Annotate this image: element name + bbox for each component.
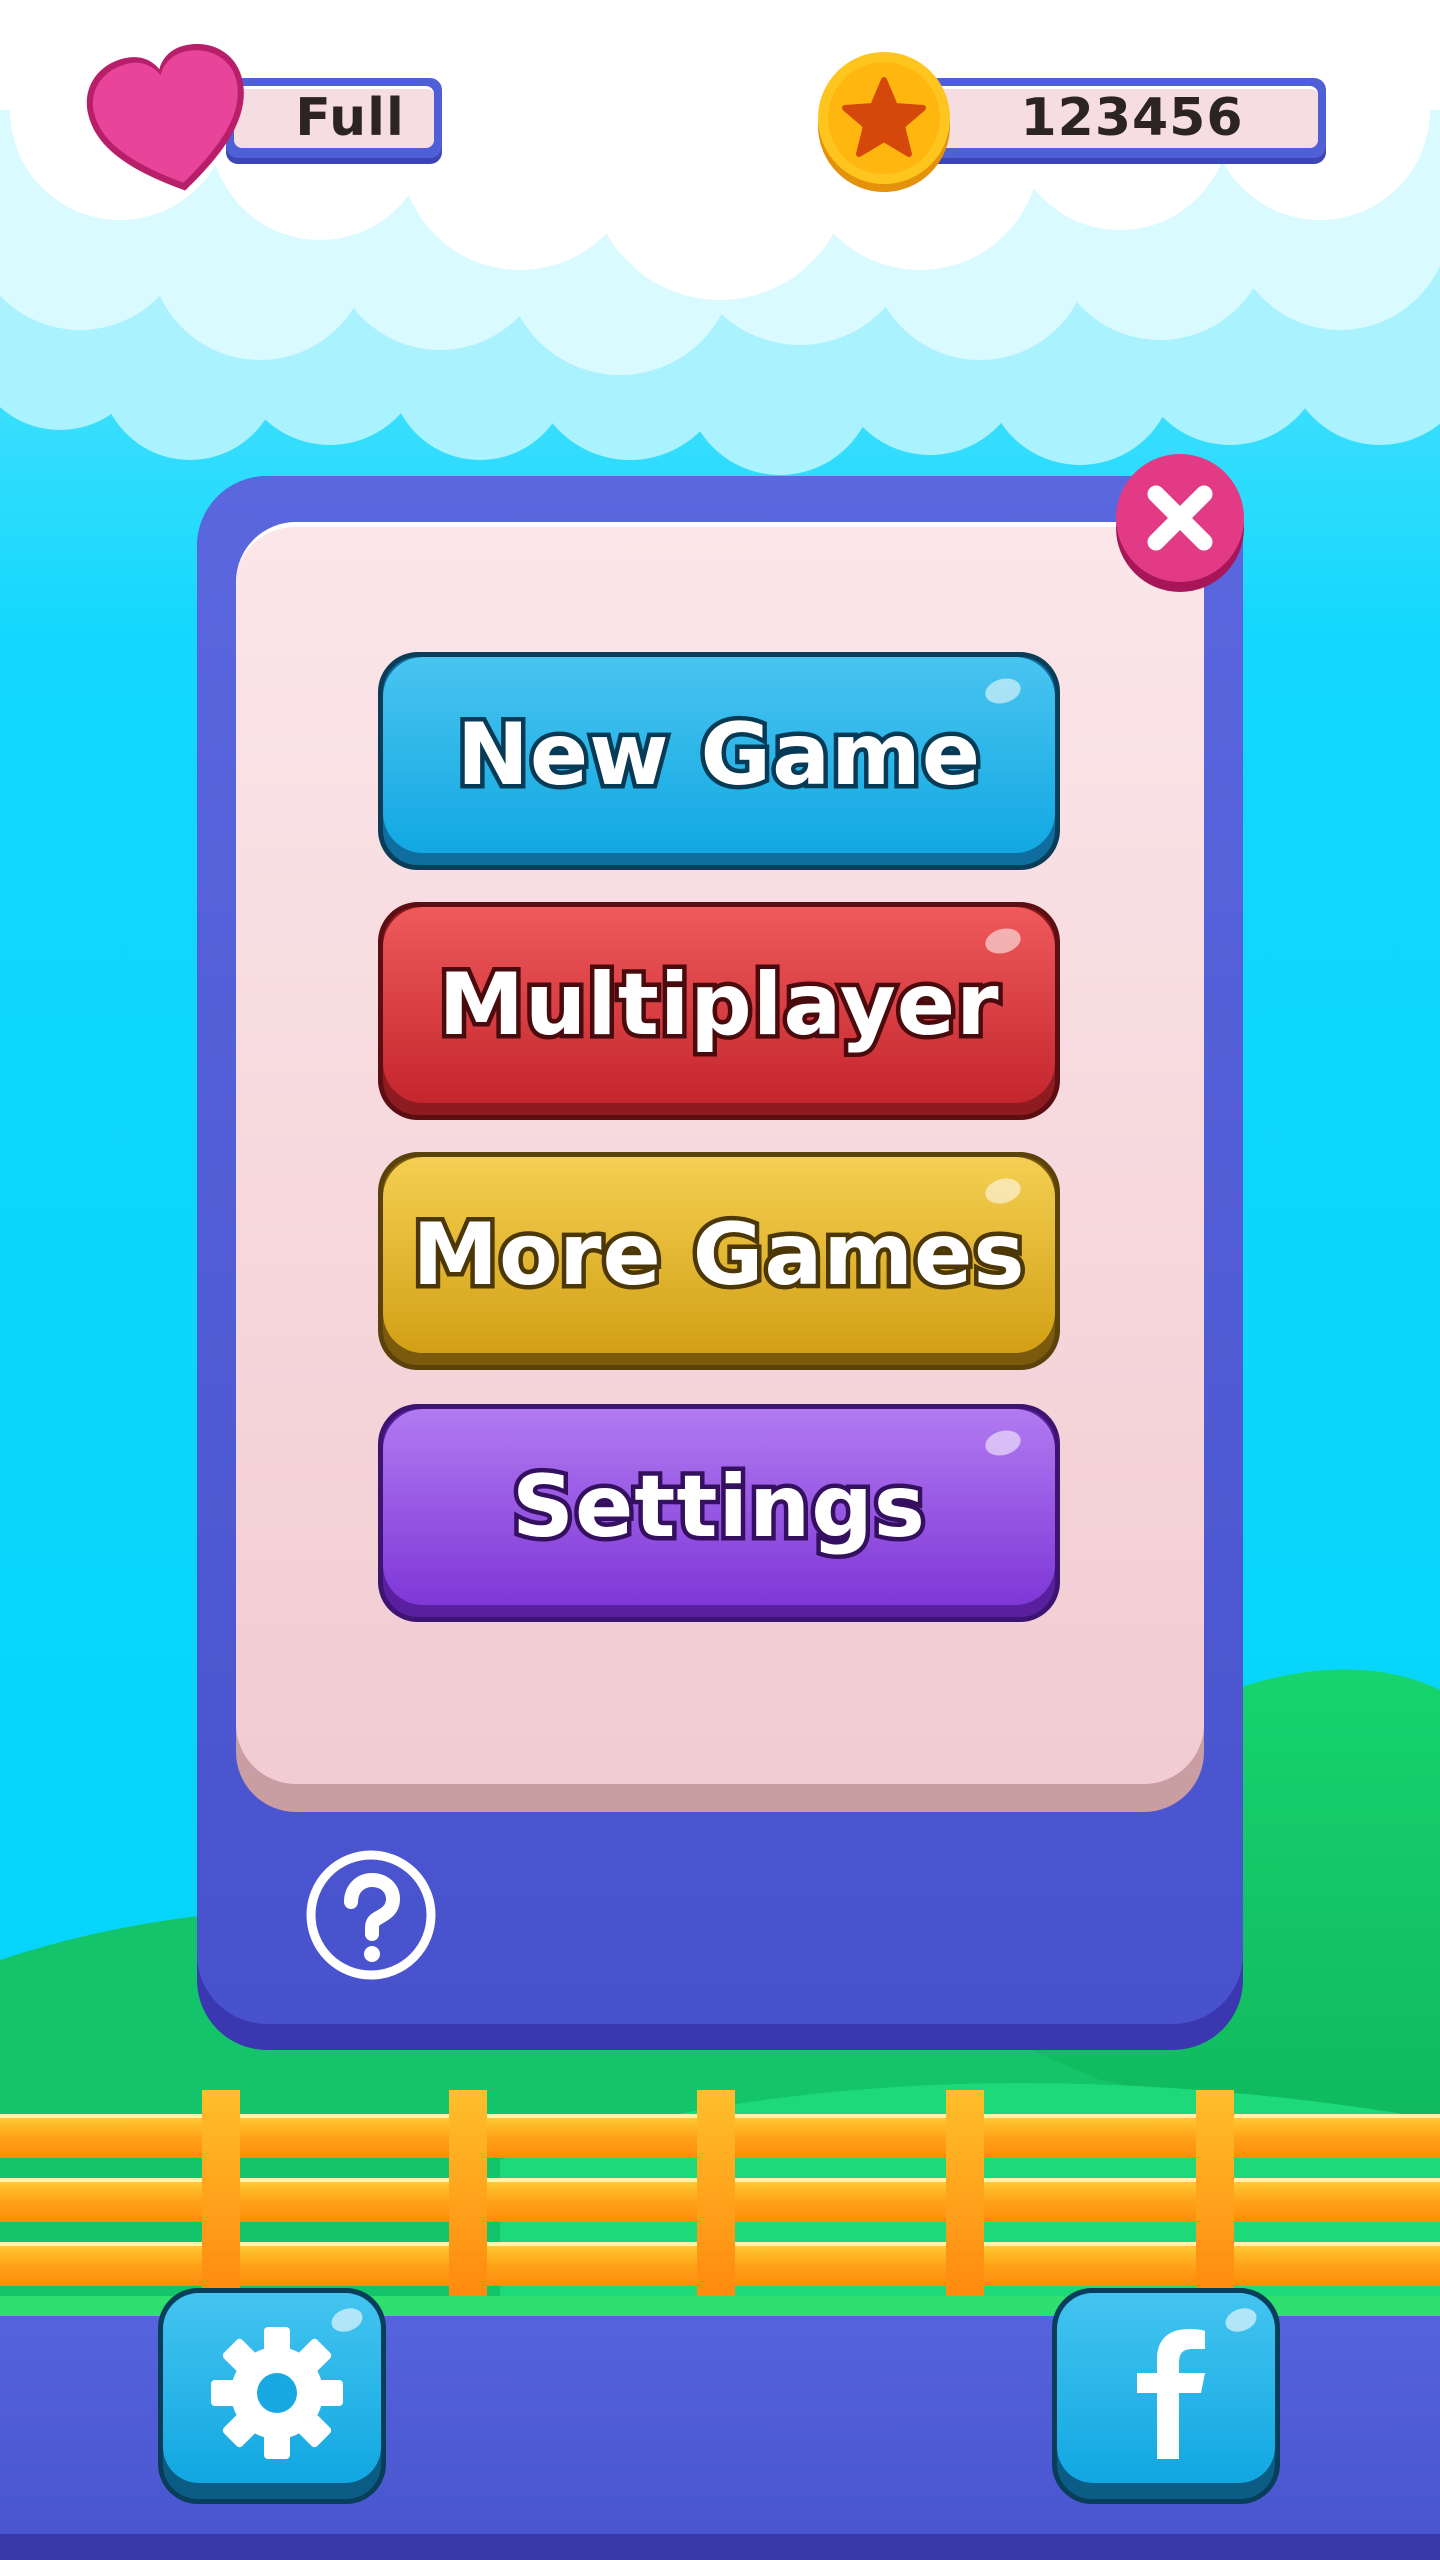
help-icon	[306, 1850, 436, 1980]
settings-menu-button[interactable]: Settings	[378, 1404, 1060, 1622]
star-coin-icon	[818, 52, 950, 192]
multiplayer-button[interactable]: Multiplayer	[378, 902, 1060, 1120]
lives-label: Full	[295, 88, 405, 148]
help-button[interactable]	[304, 1848, 438, 1982]
more-games-label: More Games	[408, 1201, 1029, 1310]
settings-label: Settings	[508, 1453, 930, 1562]
facebook-button[interactable]	[1052, 2288, 1280, 2504]
heart-icon	[86, 44, 244, 191]
multiplayer-label: Multiplayer	[434, 951, 1003, 1060]
more-games-button[interactable]: More Games	[378, 1152, 1060, 1370]
new-game-label: New Game	[452, 701, 984, 810]
lives-pill: Full	[226, 78, 442, 158]
gear-icon	[211, 2327, 343, 2459]
coins-value: 123456	[1020, 88, 1244, 148]
facebook-icon	[1137, 2329, 1205, 2459]
settings-gear-button[interactable]	[158, 2288, 386, 2504]
close-button[interactable]	[1116, 452, 1244, 594]
coins-pill: 123456	[926, 78, 1326, 158]
new-game-button[interactable]: New Game	[378, 652, 1060, 870]
fence	[0, 2090, 1440, 2306]
close-icon	[1116, 454, 1244, 592]
